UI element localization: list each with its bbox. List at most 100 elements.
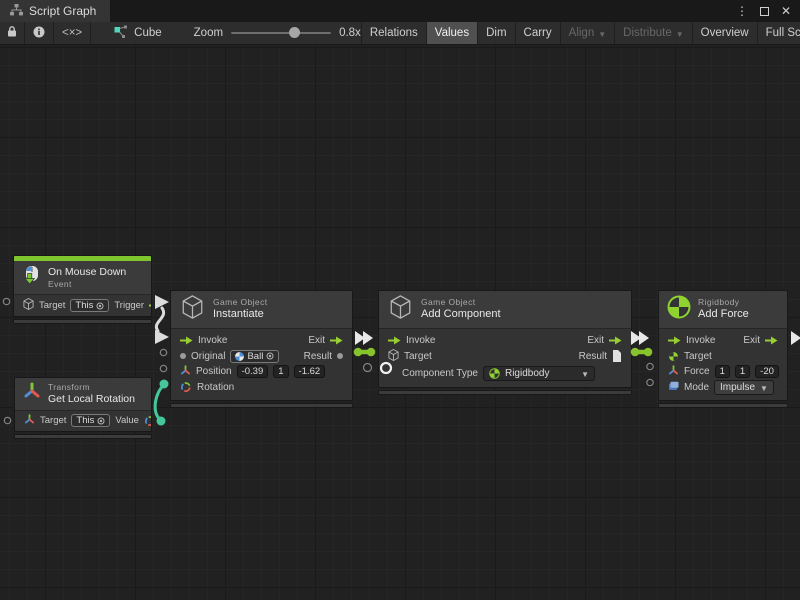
document-icon[interactable] <box>612 350 622 362</box>
exit-port-label: Exit <box>308 335 325 346</box>
zoom-slider-handle[interactable] <box>289 27 300 38</box>
node-title: Add Component <box>421 308 501 322</box>
flow-out-arrow-icon[interactable] <box>765 336 778 345</box>
node-add-component[interactable]: Game Object Add Component Invoke Exit <box>378 290 632 395</box>
empty-port[interactable] <box>647 363 653 369</box>
empty-port[interactable] <box>3 298 9 304</box>
node-footer <box>378 390 632 395</box>
align-button[interactable]: Align ▼ <box>561 22 616 44</box>
zoom-control: Zoom 0.8x <box>194 22 361 44</box>
values-button[interactable]: Values <box>427 22 478 44</box>
flow-in-arrow-icon[interactable] <box>668 336 681 345</box>
tab-script-graph[interactable]: Script Graph <box>0 0 110 22</box>
target-value-chip[interactable]: This <box>71 414 110 427</box>
overview-button[interactable]: Overview <box>693 22 758 44</box>
exit-port-label: Exit <box>743 335 760 346</box>
empty-port[interactable] <box>647 379 653 385</box>
target-value-chip[interactable]: This <box>70 299 109 312</box>
close-icon[interactable]: ✕ <box>778 3 794 19</box>
rigidbody-mini-icon <box>668 351 679 362</box>
position-z-field[interactable]: -1.62 <box>294 365 326 378</box>
trigger-port-label: Trigger <box>114 300 144 311</box>
node-subtitle: Event <box>48 279 126 290</box>
chevron-down-icon: ▼ <box>760 384 768 393</box>
flow-connector-triangle[interactable] <box>791 331 800 345</box>
distribute-button[interactable]: Distribute ▼ <box>615 22 693 44</box>
force-x-field[interactable]: 1 <box>715 365 730 378</box>
result-port-dot[interactable] <box>337 353 343 359</box>
info-button[interactable] <box>25 22 54 44</box>
code-view-button[interactable]: <×> <box>54 22 91 44</box>
flow-connector-triangle[interactable] <box>355 331 365 345</box>
force-z-field[interactable]: -20 <box>755 365 779 378</box>
node-title: On Mouse Down <box>48 266 126 279</box>
flow-connector-triangle[interactable] <box>155 330 169 344</box>
vector-icon <box>668 365 679 379</box>
node-instantiate[interactable]: Game Object Instantiate Invoke Exit <box>170 290 353 408</box>
dim-button[interactable]: Dim <box>478 22 515 44</box>
rigidbody-icon <box>489 368 500 379</box>
game-object-icon <box>389 295 412 324</box>
result-port-label: Result <box>304 351 332 362</box>
node-on-mouse-down[interactable]: On Mouse Down Event Target This Trigger <box>13 255 152 324</box>
object-picker-icon <box>96 302 104 310</box>
target-input-port[interactable] <box>367 348 376 357</box>
invoke-port-label: Invoke <box>198 335 227 346</box>
node-get-local-rotation[interactable]: Transform Get Local Rotation Target This… <box>14 377 152 439</box>
graph-canvas[interactable]: On Mouse Down Event Target This Trigger <box>0 45 800 600</box>
flow-connector-triangle[interactable] <box>155 295 169 309</box>
flow-connector-triangle[interactable] <box>631 331 641 345</box>
value-port-dot[interactable] <box>180 353 186 359</box>
mode-port-label: Mode <box>684 382 709 393</box>
flow-connector-triangle[interactable] <box>639 331 649 345</box>
data-wire-rotation <box>155 385 164 420</box>
force-y-field[interactable]: 1 <box>735 365 750 378</box>
node-title: Get Local Rotation <box>48 393 135 406</box>
position-y-field[interactable]: 1 <box>273 365 288 378</box>
maximize-icon[interactable] <box>756 3 772 19</box>
zoom-slider[interactable] <box>231 32 331 34</box>
zoom-value: 0.8x <box>339 27 361 39</box>
graph-name: Cube <box>134 27 162 39</box>
value-port-label: Value <box>115 415 139 426</box>
result-output-port[interactable] <box>354 348 363 357</box>
node-footer <box>170 403 353 408</box>
target-input-port[interactable] <box>644 348 653 357</box>
original-port-label: Original <box>191 351 225 362</box>
rigidbody-icon <box>667 295 691 324</box>
chevron-down-icon: ▼ <box>676 30 684 39</box>
flow-in-arrow-icon[interactable] <box>388 336 401 345</box>
position-port-label: Position <box>196 366 232 377</box>
rotation-icon <box>180 381 192 393</box>
value-output-port[interactable] <box>157 417 166 426</box>
relations-button[interactable]: Relations <box>361 22 427 44</box>
window-controls: ⋮ ✕ <box>734 0 800 22</box>
flow-in-arrow-icon[interactable] <box>180 336 193 345</box>
empty-port[interactable] <box>160 365 166 371</box>
empty-port[interactable] <box>160 349 166 355</box>
graph-toolbar: <×> Cube Zoom 0.8x Relations Values <box>0 22 800 45</box>
lock-button[interactable] <box>0 22 25 44</box>
node-add-force[interactable]: Rigidbody Add Force Invoke Exit <box>658 290 788 408</box>
target-port-label: Target <box>39 300 65 311</box>
flow-out-arrow-icon[interactable] <box>149 301 152 310</box>
mode-dropdown[interactable]: Impulse ▼ <box>714 380 774 395</box>
position-icon <box>180 365 191 379</box>
ball-object-icon <box>235 352 244 361</box>
empty-port[interactable] <box>364 364 372 372</box>
original-value-chip[interactable]: Ball <box>230 350 279 363</box>
flow-connector-triangle[interactable] <box>363 331 373 345</box>
window-menu-icon[interactable]: ⋮ <box>734 3 750 19</box>
rotation-input-port[interactable] <box>160 380 169 389</box>
component-type-dropdown[interactable]: Rigidbody ▼ <box>483 366 595 381</box>
flow-out-arrow-icon[interactable] <box>330 336 343 345</box>
graph-reference[interactable]: Cube <box>114 22 162 44</box>
flow-out-arrow-icon[interactable] <box>609 336 622 345</box>
target-port-label: Target <box>40 415 66 426</box>
position-x-field[interactable]: -0.39 <box>237 365 269 378</box>
fullscreen-button[interactable]: Full Screen <box>758 22 800 44</box>
empty-port[interactable] <box>4 417 10 423</box>
zoom-label: Zoom <box>194 27 223 39</box>
rotation-icon <box>144 415 152 427</box>
carry-button[interactable]: Carry <box>516 22 561 44</box>
